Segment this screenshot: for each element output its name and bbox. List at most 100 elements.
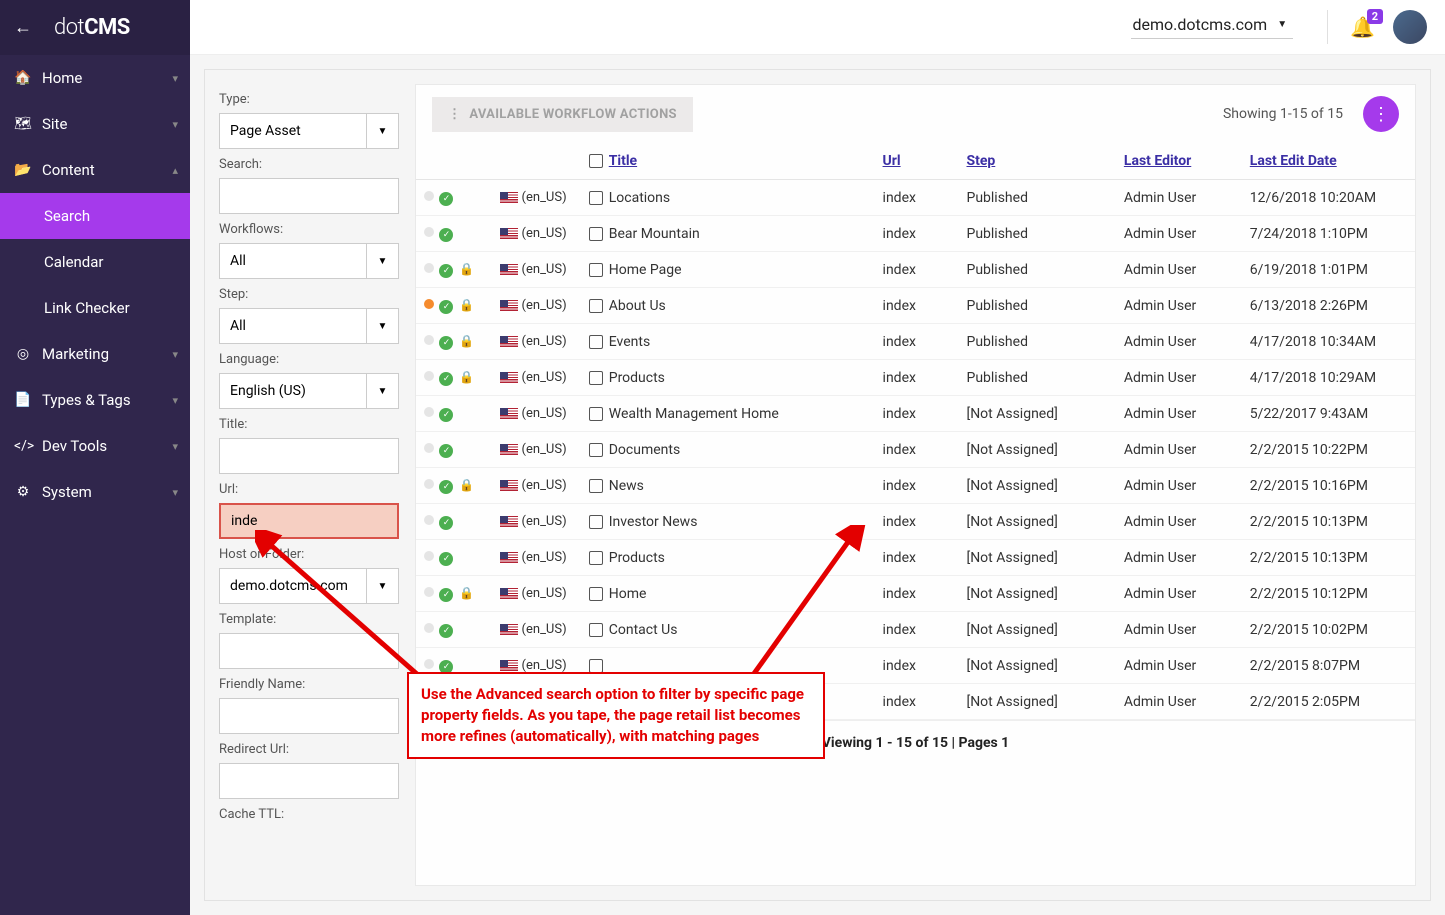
results-toolbar: ⋮ AVAILABLE WORKFLOW ACTIONS Showing 1-1…: [416, 85, 1415, 143]
table-row[interactable]: ✓ (en_US) Contact Us index [Not Assigned…: [416, 612, 1415, 648]
site-selector[interactable]: demo.dotcms.com ▼: [1131, 15, 1294, 39]
table-row[interactable]: ✓ (en_US) Wealth Management Home index […: [416, 396, 1415, 432]
nav-site[interactable]: 🗺 Site ▾: [0, 101, 190, 147]
row-checkbox[interactable]: [589, 515, 603, 529]
url-cell: index: [875, 360, 959, 396]
row-checkbox[interactable]: [589, 191, 603, 205]
table-row[interactable]: ✓ 🔒 (en_US) Home index [Not Assigned] Ad…: [416, 576, 1415, 612]
nav-types[interactable]: 📄 Types & Tags ▾: [0, 377, 190, 423]
col-title[interactable]: Title: [581, 143, 875, 180]
date-cell: 2/2/2015 10:22PM: [1242, 432, 1415, 468]
table-row[interactable]: ✓ (en_US) Bear Mountain index Published …: [416, 216, 1415, 252]
url-cell: index: [875, 216, 959, 252]
row-checkbox[interactable]: [589, 335, 603, 349]
nav-home[interactable]: 🏠 Home ▾: [0, 55, 190, 101]
col-step[interactable]: Step: [958, 143, 1115, 180]
row-checkbox[interactable]: [589, 659, 603, 673]
type-select[interactable]: Page Asset▼: [219, 113, 399, 149]
date-cell: 6/13/2018 2:26PM: [1242, 288, 1415, 324]
host-select[interactable]: demo.dotcms.com▼: [219, 568, 399, 604]
chevron-down-icon: ▾: [172, 348, 178, 361]
friendly-input[interactable]: [219, 698, 399, 734]
check-circle-icon: ✓: [439, 624, 453, 638]
check-circle-icon: ✓: [439, 588, 453, 602]
status-cell: ✓ 🔒: [416, 324, 492, 360]
table-row[interactable]: ✓ 🔒 (en_US) Events index Published Admin…: [416, 324, 1415, 360]
title-cell: Investor News: [581, 504, 875, 540]
lock-icon: 🔒: [459, 334, 474, 348]
date-cell: 6/19/2018 1:01PM: [1242, 252, 1415, 288]
actions-menu-button[interactable]: ⋮: [1363, 96, 1399, 132]
status-dot-icon: [424, 443, 434, 453]
workflows-select[interactable]: All▼: [219, 243, 399, 279]
row-checkbox[interactable]: [589, 299, 603, 313]
table-row[interactable]: ✓ (en_US) Investor News index [Not Assig…: [416, 504, 1415, 540]
template-input[interactable]: [219, 633, 399, 669]
editor-cell: Admin User: [1116, 648, 1242, 684]
table-row[interactable]: ✓ 🔒 (en_US) Home Page index Published Ad…: [416, 252, 1415, 288]
title-input[interactable]: [219, 438, 399, 474]
editor-cell: Admin User: [1116, 540, 1242, 576]
nav-content-search[interactable]: Search: [0, 193, 190, 239]
row-checkbox[interactable]: [589, 623, 603, 637]
table-row[interactable]: ✓ (en_US) Products index [Not Assigned] …: [416, 540, 1415, 576]
table-row[interactable]: ✓ (en_US) Documents index [Not Assigned]…: [416, 432, 1415, 468]
title-cell: Bear Mountain: [581, 216, 875, 252]
workflow-actions-button[interactable]: ⋮ AVAILABLE WORKFLOW ACTIONS: [432, 97, 693, 132]
date-cell: 12/6/2018 10:20AM: [1242, 180, 1415, 216]
url-input[interactable]: [219, 503, 399, 539]
nav-content-calendar[interactable]: Calendar: [0, 239, 190, 285]
flag-us-icon: [500, 408, 518, 420]
nav-home-label: Home: [42, 69, 82, 87]
step-select[interactable]: All▼: [219, 308, 399, 344]
flag-us-icon: [500, 372, 518, 384]
row-checkbox[interactable]: [589, 371, 603, 385]
col-url[interactable]: Url: [875, 143, 959, 180]
flag-us-icon: [500, 228, 518, 240]
col-editor[interactable]: Last Editor: [1116, 143, 1242, 180]
col-status: [416, 143, 492, 180]
nav-types-label: Types & Tags: [42, 391, 131, 409]
row-checkbox[interactable]: [589, 407, 603, 421]
nav-marketing[interactable]: ◎ Marketing ▾: [0, 331, 190, 377]
notifications-button[interactable]: 🔔 2: [1350, 15, 1375, 39]
row-checkbox[interactable]: [589, 227, 603, 241]
check-circle-icon: ✓: [439, 264, 453, 278]
redirect-label: Redirect Url:: [219, 742, 399, 757]
col-date[interactable]: Last Edit Date: [1242, 143, 1415, 180]
locale-cell: (en_US): [492, 540, 581, 576]
results-table: Title Url Step Last Editor Last Edit Dat…: [416, 143, 1415, 720]
gear-icon: ⚙: [14, 484, 32, 500]
row-checkbox[interactable]: [589, 263, 603, 277]
avatar[interactable]: [1393, 10, 1427, 44]
check-circle-icon: ✓: [439, 372, 453, 386]
lock-icon: 🔒: [459, 370, 474, 384]
editor-cell: Admin User: [1116, 576, 1242, 612]
url-cell: index: [875, 180, 959, 216]
sidebar: ← dotCMS 🏠 Home ▾ 🗺 Site ▾ 📂 Content ▴ S…: [0, 0, 190, 915]
notification-badge: 2: [1367, 9, 1383, 24]
step-cell: [Not Assigned]: [958, 684, 1115, 720]
row-checkbox[interactable]: [589, 587, 603, 601]
nav-content[interactable]: 📂 Content ▴: [0, 147, 190, 193]
nav-system[interactable]: ⚙ System ▾: [0, 469, 190, 515]
annotation-text: Use the Advanced search option to filter…: [421, 684, 811, 747]
language-select[interactable]: English (US)▼: [219, 373, 399, 409]
status-cell: ✓: [416, 504, 492, 540]
search-input[interactable]: [219, 178, 399, 214]
step-cell: Published: [958, 252, 1115, 288]
table-row[interactable]: ✓ 🔒 (en_US) About Us index Published Adm…: [416, 288, 1415, 324]
nav-dev[interactable]: </> Dev Tools ▾: [0, 423, 190, 469]
select-all-checkbox[interactable]: [589, 154, 603, 168]
nav-content-linkchecker[interactable]: Link Checker: [0, 285, 190, 331]
table-row[interactable]: ✓ 🔒 (en_US) News index [Not Assigned] Ad…: [416, 468, 1415, 504]
row-checkbox[interactable]: [589, 479, 603, 493]
table-row[interactable]: ✓ (en_US) Locations index Published Admi…: [416, 180, 1415, 216]
title-cell: Products: [581, 540, 875, 576]
check-circle-icon: ✓: [439, 516, 453, 530]
row-checkbox[interactable]: [589, 443, 603, 457]
back-arrow-icon[interactable]: ←: [14, 17, 32, 38]
table-row[interactable]: ✓ 🔒 (en_US) Products index Published Adm…: [416, 360, 1415, 396]
redirect-input[interactable]: [219, 763, 399, 799]
row-checkbox[interactable]: [589, 551, 603, 565]
